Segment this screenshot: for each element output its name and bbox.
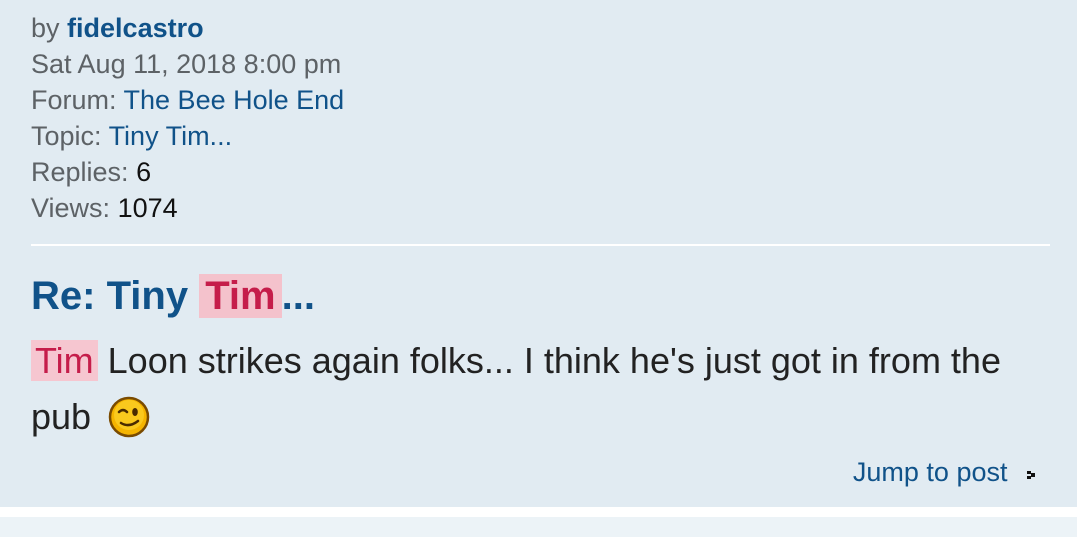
wink-smiley-icon — [107, 395, 151, 439]
jump-to-post-label: Jump to post — [852, 457, 1008, 487]
divider — [31, 244, 1050, 246]
content-search-highlight: Tim — [31, 340, 98, 381]
forum-link[interactable]: The Bee Hole End — [124, 85, 345, 115]
jump-to-post-link[interactable]: Jump to post — [853, 454, 1039, 490]
forum-line: Forum: The Bee Hole End — [31, 82, 344, 118]
post-body-text: Loon strikes again folks... I think he's… — [31, 340, 1001, 437]
arrow-right-icon — [1025, 455, 1039, 479]
next-search-result — [0, 517, 1077, 537]
post-title-suffix: ... — [281, 274, 315, 318]
post-content: Tim Loon strikes again folks... I think … — [31, 333, 1051, 445]
topic-line: Topic: Tiny Tim... — [31, 118, 344, 154]
title-search-highlight: Tim — [199, 274, 282, 318]
author-line: by fidelcastro — [31, 10, 344, 46]
replies-line: Replies: 6 — [31, 154, 344, 190]
replies-count: 6 — [136, 157, 152, 187]
by-label: by — [31, 13, 60, 43]
post-date: Sat Aug 11, 2018 8:00 pm — [31, 49, 342, 79]
author-link[interactable]: fidelcastro — [67, 13, 204, 43]
topic-link[interactable]: Tiny Tim... — [109, 121, 233, 151]
replies-label: Replies: — [31, 157, 129, 187]
search-result-post: by fidelcastro Sat Aug 11, 2018 8:00 pm … — [0, 0, 1077, 507]
topic-label: Topic: — [31, 121, 102, 151]
views-label: Views: — [31, 193, 111, 223]
post-title-link[interactable]: Re: Tiny Tim... — [31, 268, 315, 324]
post-meta: by fidelcastro Sat Aug 11, 2018 8:00 pm … — [31, 10, 344, 226]
views-count: 1074 — [117, 193, 178, 223]
forum-label: Forum: — [31, 85, 117, 115]
post-title-prefix: Re: Tiny — [31, 274, 189, 318]
views-line: Views: 1074 — [31, 190, 344, 226]
